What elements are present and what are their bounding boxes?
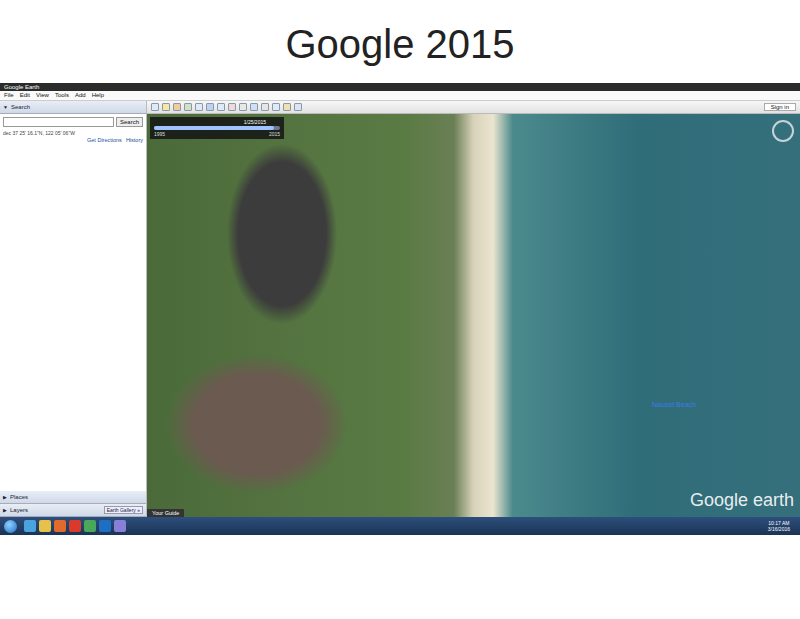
slide-title: Google 2015 <box>0 0 800 83</box>
search-row: Search <box>0 114 146 130</box>
tool-icon[interactable] <box>228 103 236 111</box>
app-icon[interactable] <box>24 520 36 532</box>
search-link[interactable]: History <box>126 137 143 143</box>
time-slider[interactable]: 1/25/2015 19952015 <box>150 117 284 139</box>
menu-item[interactable]: Add <box>75 91 86 100</box>
menu-item[interactable]: View <box>36 91 49 100</box>
slider-fill <box>154 126 274 130</box>
menu-item[interactable]: Tools <box>55 91 69 100</box>
title-bar: Google Earth <box>0 83 800 91</box>
menu-item[interactable]: Help <box>92 91 104 100</box>
map-view[interactable]: 1/25/2015 19952015 Nauset Beach Google eart… <box>147 114 800 517</box>
slider-labels: 19952015 <box>154 131 280 137</box>
tool-icon[interactable] <box>206 103 214 111</box>
expand-icon: ▶ <box>3 507 7 513</box>
slider-date: 1/25/2015 <box>154 119 280 125</box>
tool-icon[interactable] <box>162 103 170 111</box>
tool-icon[interactable] <box>294 103 302 111</box>
body: ▼Search Search dec 37 25' 16.1"N, 122 05' … <box>0 101 800 517</box>
earth-gallery-button[interactable]: Earth Gallery » <box>104 506 143 514</box>
watermark: Google earth <box>690 490 794 511</box>
search-input[interactable] <box>3 117 114 127</box>
slider-track[interactable] <box>154 126 280 130</box>
app-icon[interactable] <box>99 520 111 532</box>
search-links: Get Directions History <box>0 136 146 144</box>
sidebar: ▼Search Search dec 37 25' 16.1"N, 122 05' … <box>0 101 147 517</box>
main: Sign in 1/25/2015 19952015 Nauset Beach Goog… <box>147 101 800 517</box>
expand-icon: ▶ <box>3 494 7 500</box>
sign-in-button[interactable]: Sign in <box>764 103 796 111</box>
tool-icon[interactable] <box>217 103 225 111</box>
tool-icon[interactable] <box>173 103 181 111</box>
taskbar: 10:17 AM3/16/2016 <box>0 517 800 535</box>
start-icon[interactable] <box>4 520 17 533</box>
app-icon[interactable] <box>54 520 66 532</box>
panel-header[interactable]: ▶Places <box>0 491 146 504</box>
app-icon[interactable] <box>114 520 126 532</box>
panel-header[interactable]: ▶LayersEarth Gallery » <box>0 504 146 517</box>
app-icon[interactable] <box>84 520 96 532</box>
compass-icon[interactable] <box>772 120 794 142</box>
search-button[interactable]: Search <box>116 117 143 127</box>
tool-icon[interactable] <box>184 103 192 111</box>
menu-item[interactable]: Edit <box>20 91 30 100</box>
clock[interactable]: 10:17 AM3/16/2016 <box>768 520 796 532</box>
tool-icon[interactable] <box>151 103 159 111</box>
app-icon[interactable] <box>69 520 81 532</box>
menu-bar: File Edit View Tools Add Help <box>0 91 800 101</box>
search-link[interactable]: Get Directions <box>87 137 122 143</box>
tool-icon[interactable] <box>261 103 269 111</box>
slide: Google 2015Google EarthFile Edit View Tools… <box>0 0 800 619</box>
map-label[interactable]: Nauset Beach <box>652 401 696 408</box>
tour-guide-tab[interactable]: Your Guide <box>147 509 184 517</box>
toolbar: Sign in <box>147 101 800 114</box>
expand-icon: ▼ <box>3 104 8 110</box>
screenshot: Google EarthFileEditViewToolsAddHelp▼Sea… <box>0 83 800 535</box>
app-icon[interactable] <box>39 520 51 532</box>
coordinates: dec 37 25' 16.1"N, 122 05' 06"W <box>0 130 146 136</box>
menu-item[interactable]: File <box>4 91 14 100</box>
tool-icon[interactable] <box>283 103 291 111</box>
tool-icon[interactable] <box>250 103 258 111</box>
tool-icon[interactable] <box>195 103 203 111</box>
tool-icon[interactable] <box>239 103 247 111</box>
tool-icon[interactable] <box>272 103 280 111</box>
search-header[interactable]: ▼Search <box>0 101 146 114</box>
